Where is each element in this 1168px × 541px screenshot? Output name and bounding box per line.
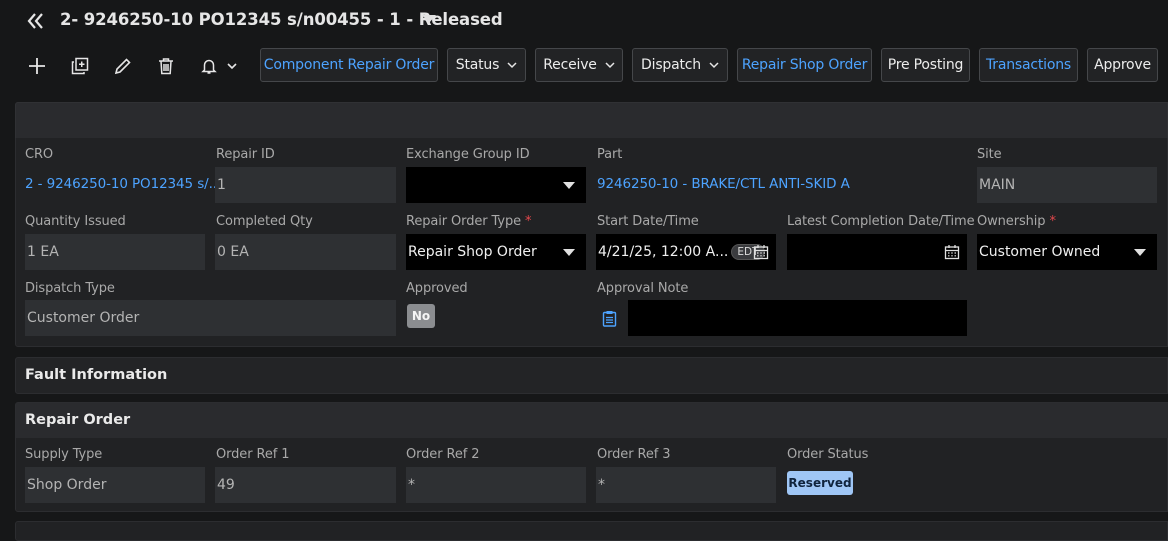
chevron-down-icon	[507, 62, 517, 69]
latest-completion-label: Latest Completion Date/Time	[787, 214, 975, 229]
next-section	[15, 521, 1168, 541]
ownership-label: Ownership *	[977, 214, 1056, 229]
fault-information-section[interactable]	[15, 357, 1168, 394]
title-dropdown-icon[interactable]	[422, 15, 436, 23]
quantity-issued-field: 1 EA	[25, 234, 205, 270]
approve-button[interactable]: Approve	[1087, 48, 1158, 82]
calendar-icon[interactable]	[753, 244, 769, 260]
order-ref1-label: Order Ref 1	[216, 447, 290, 462]
edit-icon[interactable]	[112, 55, 134, 77]
double-chevron-left-icon[interactable]	[26, 11, 46, 31]
repair-order-title[interactable]: Repair Order	[25, 412, 130, 428]
completed-qty-field: 0 EA	[215, 234, 396, 270]
order-ref1-field: 49	[215, 467, 396, 503]
repair-order-type-label-text: Repair Order Type	[406, 214, 521, 229]
dropdown-caret-icon	[563, 182, 575, 189]
dropdown-caret-icon	[563, 249, 575, 256]
repair-order-type-label: Repair Order Type *	[406, 214, 532, 229]
order-ref2-field: *	[406, 467, 586, 503]
cro-label: CRO	[25, 147, 54, 162]
exchange-group-id-label: Exchange Group ID	[406, 147, 530, 162]
transactions-button[interactable]: Transactions	[979, 48, 1078, 82]
required-marker: *	[525, 214, 532, 229]
button-label: Receive	[543, 57, 597, 73]
button-label: Dispatch	[641, 57, 701, 73]
dispatch-type-field: Customer Order	[25, 300, 396, 336]
dispatch-button[interactable]: Dispatch	[632, 48, 728, 82]
clipboard-icon[interactable]	[602, 310, 617, 327]
status-button[interactable]: Status	[447, 48, 526, 82]
add-icon[interactable]	[26, 55, 48, 77]
completed-qty-label: Completed Qty	[216, 214, 313, 229]
duplicate-icon[interactable]	[69, 55, 91, 77]
required-marker: *	[1049, 214, 1056, 229]
order-ref2-label: Order Ref 2	[406, 447, 480, 462]
fault-information-title[interactable]: Fault Information	[25, 367, 167, 383]
exchange-group-id-select[interactable]	[406, 167, 586, 203]
button-label: Repair Shop Order	[741, 57, 868, 73]
supply-type-label: Supply Type	[25, 447, 103, 462]
chevron-down-icon	[605, 62, 615, 69]
bell-icon[interactable]	[198, 55, 220, 77]
button-label: Pre Posting	[887, 57, 964, 73]
chevron-down-icon	[709, 62, 719, 69]
quantity-issued-label: Quantity Issued	[25, 214, 126, 229]
start-datetime-field[interactable]: 4/21/25, 12:00 A... EDT	[596, 234, 776, 270]
repair-id-field: 1	[215, 167, 396, 203]
repair-order-type-value: Repair Shop Order	[408, 244, 537, 260]
start-datetime-label: Start Date/Time	[597, 214, 699, 229]
start-datetime-value: 4/21/25, 12:00 A...	[598, 244, 729, 260]
repair-order-header[interactable]	[16, 403, 1168, 438]
site-label: Site	[977, 147, 1002, 162]
receive-button[interactable]: Receive	[535, 48, 623, 82]
part-label: Part	[597, 147, 623, 162]
repair-shop-order-button[interactable]: Repair Shop Order	[737, 48, 872, 82]
dropdown-caret-icon	[1134, 249, 1146, 256]
order-ref3-field: *	[596, 467, 776, 503]
button-label: Transactions	[986, 57, 1071, 73]
approved-label: Approved	[406, 281, 468, 296]
page-title: 2- 9246250-10 PO12345 s/n00455 - 1 - Rel…	[60, 10, 503, 29]
delete-icon[interactable]	[155, 55, 177, 77]
chevron-down-icon[interactable]	[222, 55, 242, 77]
repair-id-label: Repair ID	[216, 147, 275, 162]
order-status-badge: Reserved	[787, 471, 853, 495]
component-repair-order-button[interactable]: Component Repair Order	[260, 48, 438, 82]
dispatch-type-label: Dispatch Type	[25, 281, 115, 296]
button-label: Component Repair Order	[263, 57, 435, 73]
supply-type-field: Shop Order	[25, 467, 205, 503]
latest-completion-field[interactable]	[787, 234, 967, 270]
ownership-value: Customer Owned	[979, 244, 1101, 260]
panel-header-strip	[15, 102, 1168, 138]
order-ref3-label: Order Ref 3	[597, 447, 671, 462]
order-status-label: Order Status	[787, 447, 869, 462]
approval-note-label: Approval Note	[597, 281, 689, 296]
pre-posting-button[interactable]: Pre Posting	[881, 48, 970, 82]
approved-toggle[interactable]: No	[407, 304, 435, 328]
calendar-icon[interactable]	[944, 244, 960, 260]
approval-note-field[interactable]	[628, 300, 967, 336]
repair-order-type-select[interactable]: Repair Shop Order	[406, 234, 586, 270]
part-link[interactable]: 9246250-10 - BRAKE/CTL ANTI-SKID A	[597, 176, 850, 192]
ownership-select[interactable]: Customer Owned	[977, 234, 1157, 270]
ownership-label-text: Ownership	[977, 214, 1046, 229]
site-field: MAIN	[977, 167, 1157, 203]
button-label: Status	[455, 57, 500, 73]
cro-link[interactable]: 2 - 9246250-10 PO12345 s/...	[25, 176, 221, 192]
button-label: Approve	[1094, 57, 1151, 73]
